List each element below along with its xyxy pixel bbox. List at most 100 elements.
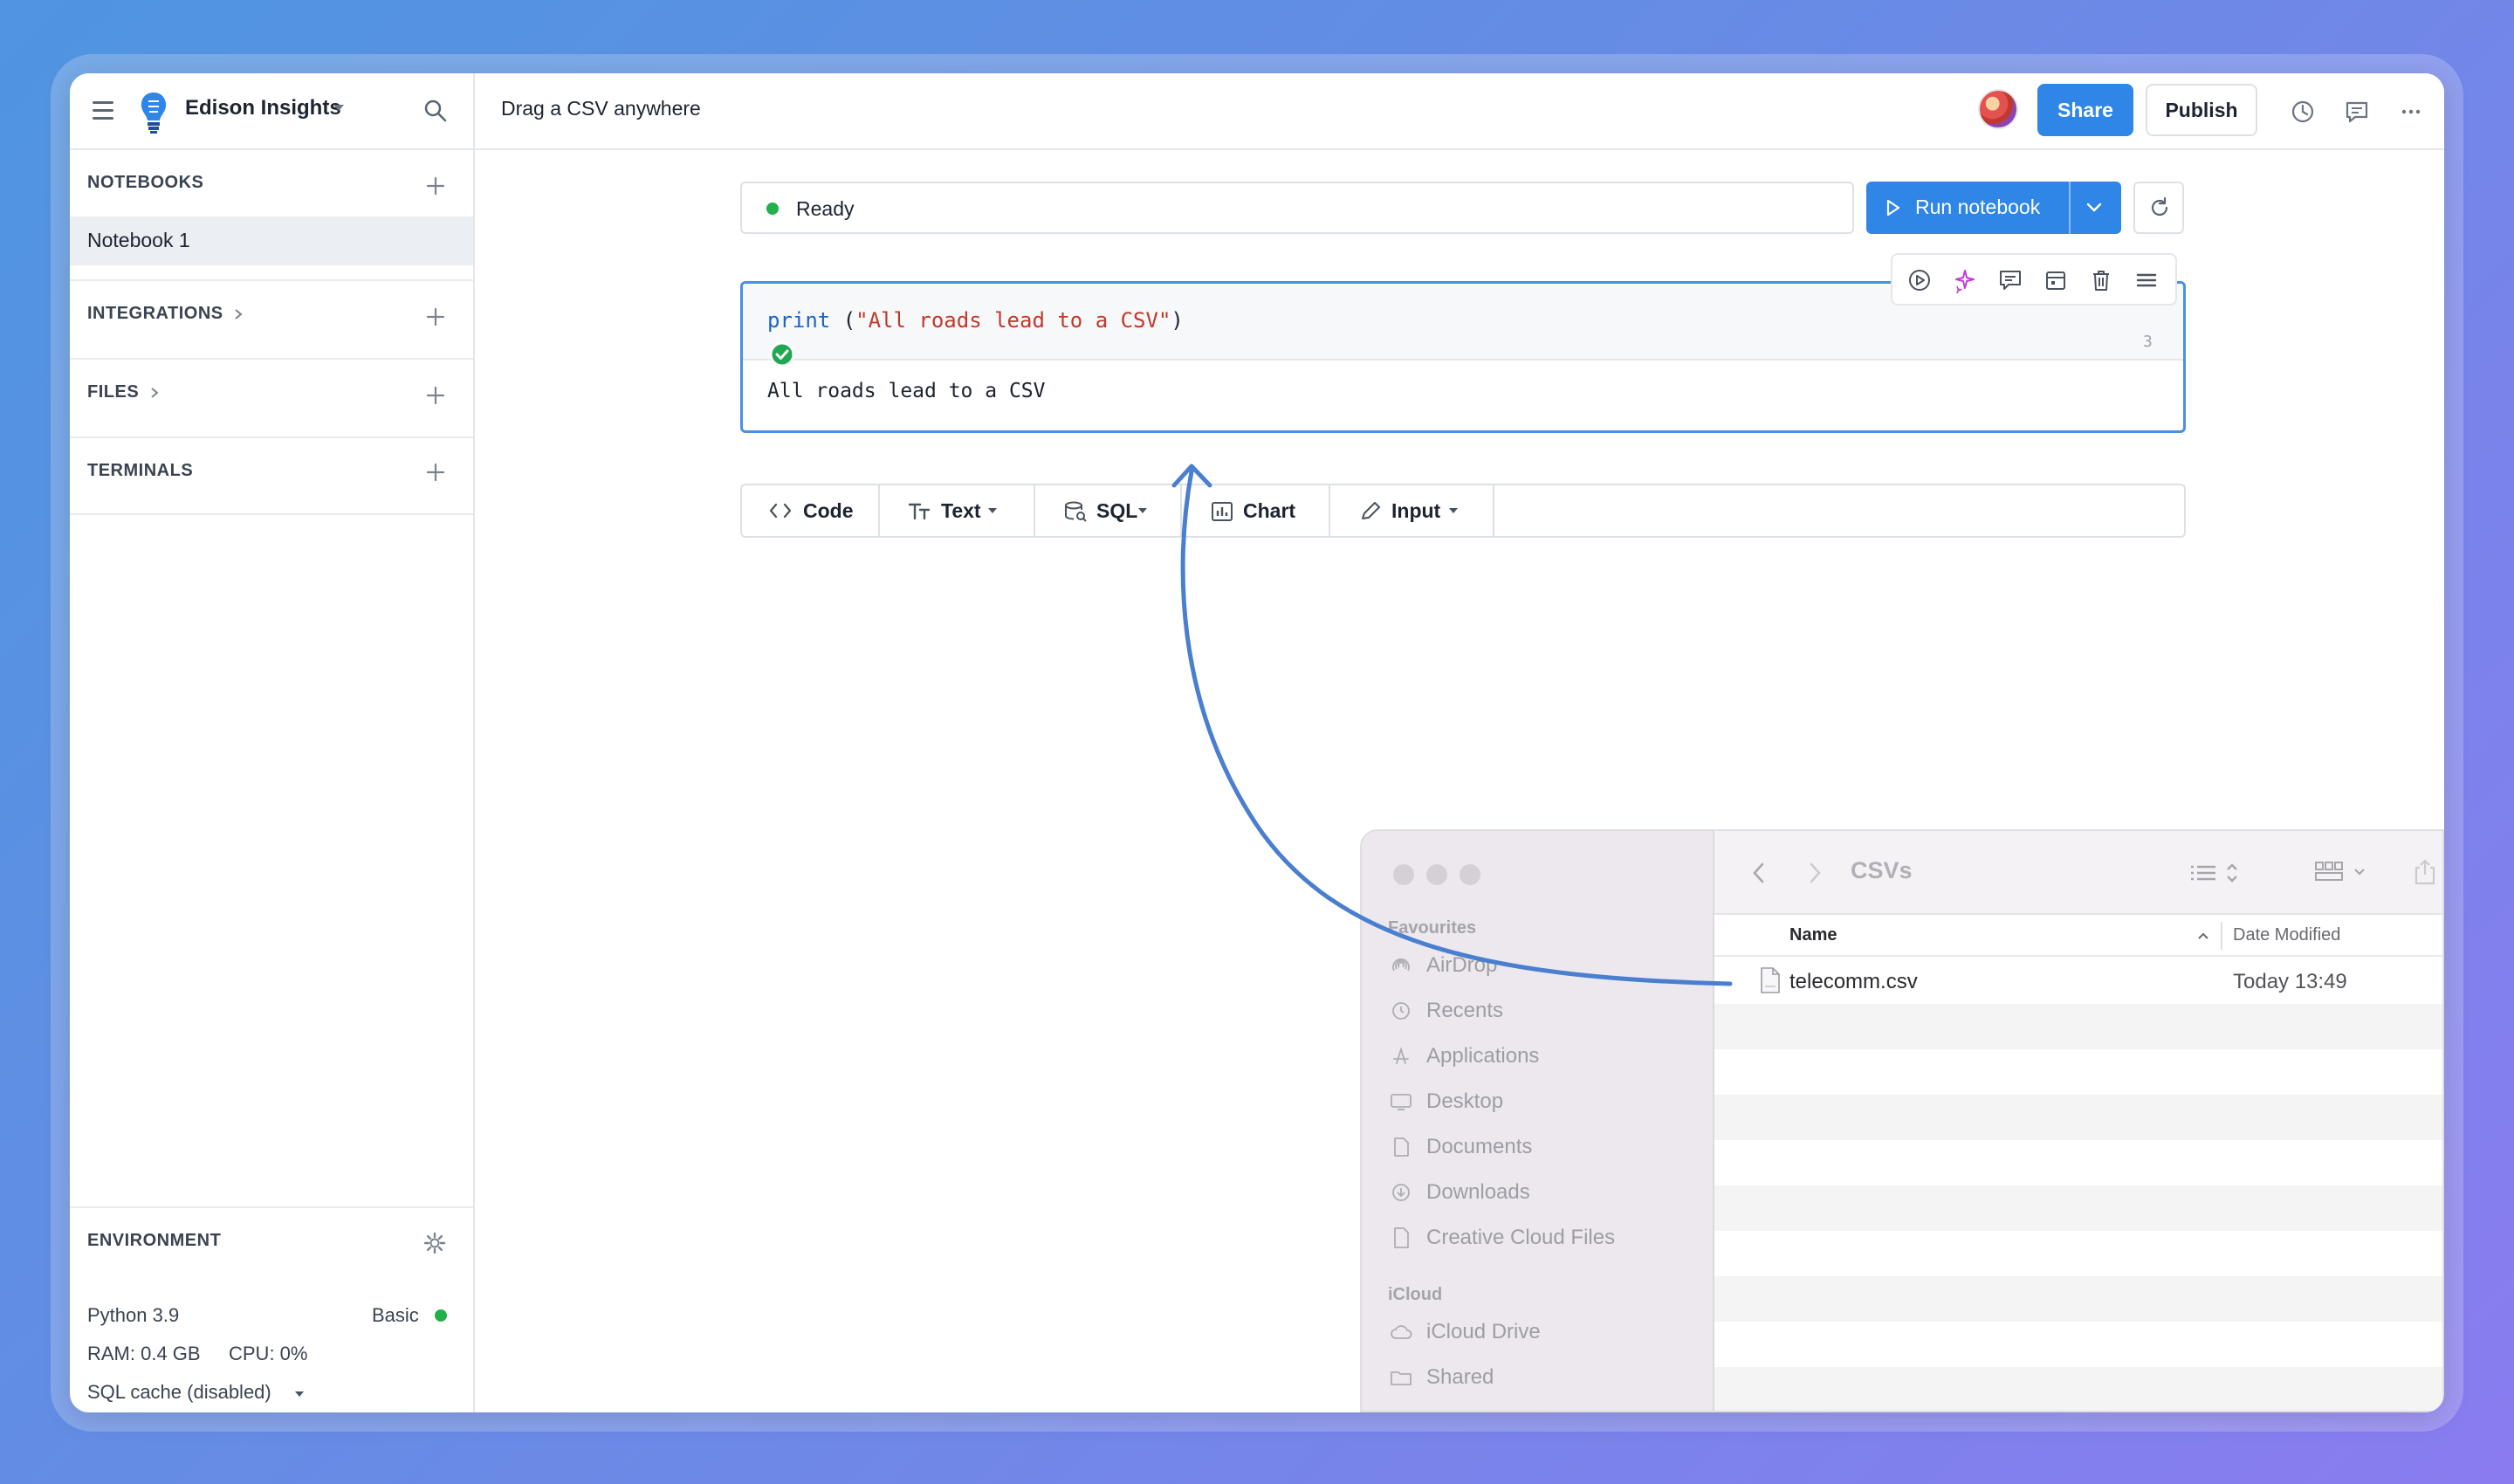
applications-icon: [1393, 1046, 1409, 1064]
comment-icon[interactable]: [1997, 267, 2023, 293]
run-notebook-button[interactable]: Run notebook: [1866, 182, 2121, 234]
sql-icon: [1065, 501, 1087, 522]
sidebar-item-notebook-1[interactable]: Notebook 1: [70, 216, 473, 265]
add-terminal-icon[interactable]: [424, 461, 447, 484]
menu-icon[interactable]: [93, 101, 113, 120]
add-file-icon[interactable]: [424, 384, 447, 407]
add-code-cell-button[interactable]: Code: [742, 485, 880, 536]
play-icon: [1886, 199, 1900, 216]
success-check-icon: [769, 341, 795, 368]
finder-window: Favourites AirDrop Recents Applications …: [1360, 829, 2444, 1412]
empty-row: [1714, 1004, 2442, 1049]
finder-sidebar: Favourites AirDrop Recents Applications …: [1362, 831, 1714, 1411]
zoom-window-icon[interactable]: [1460, 864, 1480, 885]
add-input-cell-button[interactable]: Input: [1330, 485, 1494, 536]
column-divider: [2221, 922, 2222, 950]
drag-menu-icon[interactable]: [2133, 267, 2160, 293]
add-integration-icon[interactable]: [424, 306, 447, 328]
avatar[interactable]: [1978, 89, 2018, 129]
trash-icon[interactable]: [2088, 267, 2114, 293]
add-notebook-icon[interactable]: [424, 175, 447, 197]
top-bar: Edison Insights Drag a CSV anywhere Shar…: [70, 73, 2444, 150]
cell-toolbar: [1891, 253, 2177, 306]
integrations-heading[interactable]: INTEGRATIONS: [87, 304, 223, 324]
add-code-label: Code: [803, 499, 854, 522]
sidebar-item-icloud-drive[interactable]: iCloud Drive: [1426, 1320, 1541, 1344]
file-icon: [1394, 1227, 1409, 1248]
ai-sparkle-icon[interactable]: [1952, 267, 1978, 293]
sort-ascending-icon[interactable]: [2196, 931, 2210, 941]
more-options-icon[interactable]: [2397, 98, 2425, 126]
document-icon: [1394, 1137, 1409, 1157]
calendar-schedule-icon[interactable]: [2043, 267, 2069, 293]
share-sheet-icon[interactable]: [2413, 857, 2437, 887]
sql-cache-caret-icon[interactable]: [295, 1391, 304, 1397]
sidebar-item-creative-cloud[interactable]: Creative Cloud Files: [1426, 1226, 1615, 1250]
divider: [70, 279, 473, 281]
status-dot: [766, 203, 779, 215]
sidebar-item-applications[interactable]: Applications: [1426, 1044, 1539, 1068]
add-input-label: Input: [1391, 499, 1441, 522]
publish-button[interactable]: Publish: [2146, 84, 2257, 136]
machine-tier: Basic: [372, 1304, 419, 1326]
caret-down-icon: [1138, 508, 1147, 513]
minimize-window-icon[interactable]: [1426, 864, 1447, 885]
sidebar-item-desktop[interactable]: Desktop: [1426, 1089, 1503, 1114]
add-chart-label: Chart: [1243, 499, 1296, 522]
notebook-label: Notebook 1: [87, 229, 190, 251]
date-column-header[interactable]: Date Modified: [2233, 925, 2340, 945]
empty-row: [1714, 1049, 2442, 1095]
code-icon: [769, 503, 792, 519]
comments-icon[interactable]: [2343, 98, 2371, 126]
code-line[interactable]: print ("All roads lead to a CSV"): [767, 308, 1184, 333]
add-text-cell-button[interactable]: Text: [880, 485, 1035, 536]
chevron-down-icon[interactable]: [2085, 201, 2104, 215]
status-text: Ready: [796, 197, 855, 220]
add-text-label: Text: [941, 499, 981, 522]
empty-row: [1714, 1140, 2442, 1185]
notebooks-heading: NOTEBOOKS: [87, 173, 204, 192]
chart-icon: [1212, 502, 1233, 521]
forward-icon[interactable]: [1805, 861, 1824, 885]
files-heading[interactable]: FILES: [87, 382, 139, 402]
sidebar-item-documents[interactable]: Documents: [1426, 1135, 1532, 1159]
name-column-header[interactable]: Name: [1789, 925, 1837, 945]
restart-kernel-button[interactable]: [2133, 182, 2184, 234]
page-title[interactable]: Drag a CSV anywhere: [501, 97, 701, 120]
back-icon[interactable]: [1749, 861, 1769, 885]
sidebar-item-recents[interactable]: Recents: [1426, 999, 1503, 1023]
add-sql-label: SQL: [1096, 499, 1138, 522]
workspace-name[interactable]: Edison Insights: [185, 96, 341, 120]
grid-view-icon[interactable]: [2313, 859, 2373, 885]
pencil-icon: [1362, 502, 1380, 519]
sidebar-item-downloads[interactable]: Downloads: [1426, 1180, 1530, 1205]
empty-row: [1714, 1276, 2442, 1322]
close-window-icon[interactable]: [1393, 864, 1414, 885]
workspace-caret-icon[interactable]: [333, 105, 344, 111]
empty-row: [1714, 1231, 2442, 1276]
lightbulb-logo-icon: [141, 93, 167, 134]
line-count: 3: [2143, 333, 2153, 351]
file-row[interactable]: telecomm.csv Today 13:49: [1714, 958, 2442, 1004]
add-chart-cell-button[interactable]: Chart: [1182, 485, 1330, 536]
environment-panel: ENVIRONMENT Python 3.9 Basic RAM: 0.4 GB…: [70, 1206, 473, 1412]
search-icon[interactable]: [422, 98, 449, 124]
sidebar-item-shared[interactable]: Shared: [1426, 1365, 1494, 1390]
caret-down-icon: [1449, 508, 1458, 513]
column-header: Name Date Modified: [1714, 915, 2442, 957]
finder-content: CSVs Name Date Modified telecomm.csv Tod…: [1714, 831, 2442, 1411]
empty-row: [1714, 1322, 2442, 1367]
run-cell-icon[interactable]: [1906, 267, 1933, 293]
icloud-heading: iCloud: [1388, 1285, 1443, 1304]
chevron-right-icon[interactable]: [148, 387, 161, 399]
favourites-heading: Favourites: [1388, 918, 1477, 938]
file-date: Today 13:49: [2233, 970, 2347, 993]
list-view-icon[interactable]: [2188, 861, 2243, 885]
add-sql-cell-button[interactable]: SQL: [1035, 485, 1182, 536]
chevron-right-icon[interactable]: [232, 308, 244, 320]
sidebar-item-airdrop[interactable]: AirDrop: [1426, 953, 1497, 978]
history-icon[interactable]: [2289, 98, 2317, 126]
share-button[interactable]: Share: [2037, 84, 2133, 136]
sql-cache-toggle[interactable]: SQL cache (disabled): [87, 1381, 271, 1404]
gear-icon[interactable]: [422, 1231, 447, 1255]
